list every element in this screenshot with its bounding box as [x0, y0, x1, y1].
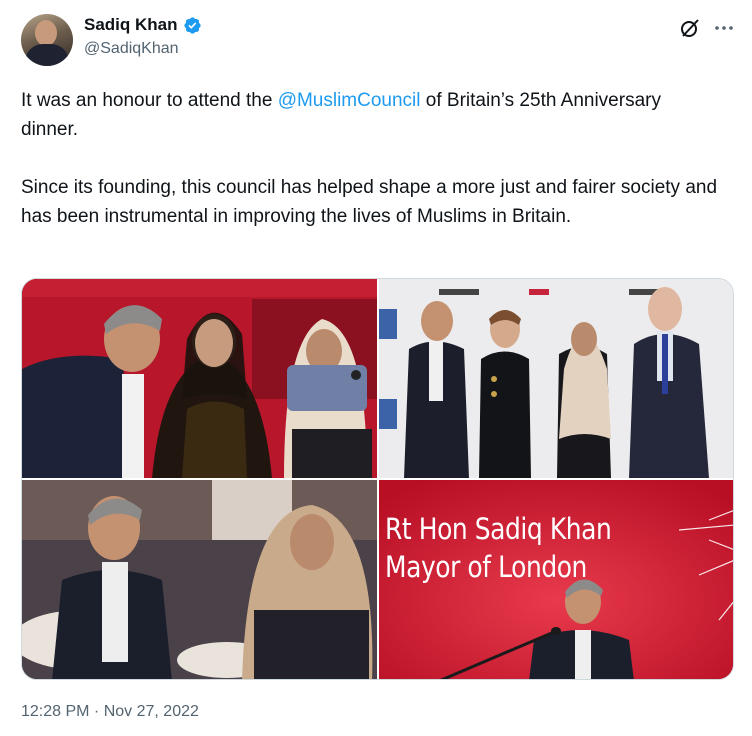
- tweet-text: It was an honour to attend the @MuslimCo…: [21, 86, 721, 260]
- photo-group-image: [379, 279, 733, 478]
- photo-caption-line1: Rt Hon Sadiq Khan: [385, 512, 612, 546]
- verified-badge-icon: [183, 16, 201, 34]
- photo-dinner-image: [22, 480, 377, 679]
- photo-selfie[interactable]: [22, 279, 377, 478]
- tweet-timestamp[interactable]: 12:28 PM · Nov 27, 2022: [21, 703, 199, 721]
- tweet-actions-top: [678, 16, 736, 40]
- photo-selfie-image: [22, 279, 377, 478]
- author-handle[interactable]: @SadiqKhan: [84, 40, 179, 58]
- photo-group[interactable]: [379, 279, 733, 478]
- avatar[interactable]: [21, 14, 73, 66]
- display-name[interactable]: Sadiq Khan: [84, 15, 178, 35]
- media-grid: Rt Hon Sadiq Khan Mayor of London: [21, 278, 734, 680]
- photo-speech[interactable]: Rt Hon Sadiq Khan Mayor of London: [379, 480, 733, 679]
- author-name-row: Sadiq Khan: [84, 14, 202, 36]
- tweet-paragraph-1: It was an honour to attend the @MuslimCo…: [21, 90, 661, 140]
- mention-link[interactable]: @MuslimCouncil: [278, 90, 421, 111]
- more-options-icon[interactable]: [712, 16, 736, 40]
- tweet-paragraph-2: Since its founding, this council has hel…: [21, 177, 718, 227]
- grok-icon[interactable]: [678, 16, 702, 40]
- photo-dinner[interactable]: [22, 480, 377, 679]
- photo-caption-line2: Mayor of London: [385, 550, 587, 584]
